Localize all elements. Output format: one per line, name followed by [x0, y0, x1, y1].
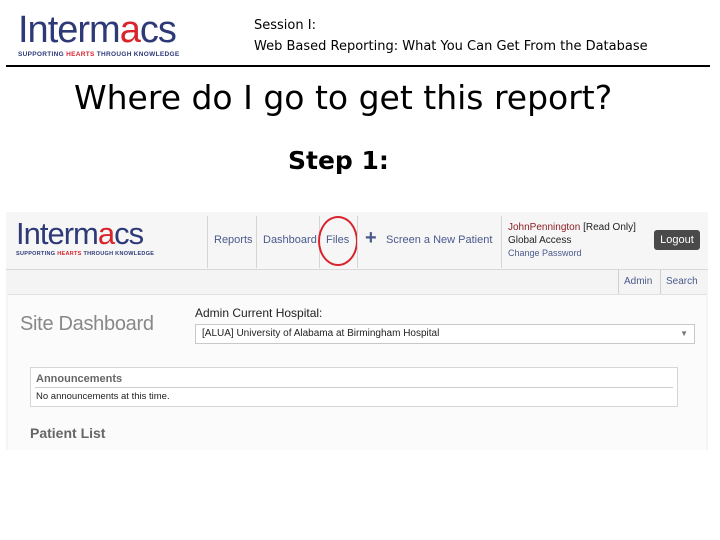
- admin-divider: [660, 270, 661, 294]
- user-access: Global Access: [508, 235, 572, 246]
- hospital-label: Admin Current Hospital:: [195, 306, 323, 320]
- session-heading: Session I: Web Based Reporting: What You…: [254, 15, 648, 57]
- nav-reports-link[interactable]: Reports: [214, 234, 253, 246]
- change-password-link[interactable]: Change Password: [508, 247, 636, 260]
- nav-screen-new-patient-link[interactable]: Screen a New Patient: [386, 234, 492, 246]
- nav-dashboard-link[interactable]: Dashboard: [263, 234, 317, 246]
- announcements-title: Announcements: [36, 373, 123, 385]
- logout-button[interactable]: Logout: [654, 230, 700, 250]
- plus-icon: +: [365, 227, 377, 249]
- app-screenshot: Intermacs SUPPORTING HEARTS THROUGH KNOW…: [6, 212, 708, 450]
- step-label: Step 1:: [288, 146, 389, 175]
- nav-divider: [256, 216, 257, 268]
- announcements-divider: [35, 387, 673, 388]
- hospital-select-value: [ALUA] University of Alabama at Birmingh…: [202, 328, 440, 339]
- admin-divider: [618, 270, 619, 294]
- user-role: [Read Only]: [583, 222, 636, 233]
- admin-bar: Admin Search: [6, 270, 708, 294]
- patient-list-heading: Patient List: [30, 425, 106, 441]
- dashboard-content: Site Dashboard Admin Current Hospital: […: [8, 294, 706, 450]
- nav-divider: [501, 216, 502, 268]
- user-name: JohnPennington: [508, 222, 581, 233]
- announcements-text: No announcements at this time.: [36, 391, 170, 402]
- announcements-panel: Announcements No announcements at this t…: [30, 367, 678, 407]
- user-name-line: JohnPennington [Read Only]: [508, 221, 636, 234]
- app-header: Intermacs SUPPORTING HEARTS THROUGH KNOW…: [6, 212, 708, 270]
- intermacs-logo: Intermacs SUPPORTING HEARTS THROUGH KNOW…: [18, 10, 193, 62]
- chevron-down-icon: ▼: [680, 329, 688, 338]
- slide-title: Where do I go to get this report?: [74, 78, 613, 117]
- search-link[interactable]: Search: [666, 276, 698, 287]
- admin-link[interactable]: Admin: [624, 276, 652, 287]
- user-info: JohnPennington [Read Only] Global Access…: [508, 221, 636, 260]
- session-line-2: Web Based Reporting: What You Can Get Fr…: [254, 39, 648, 54]
- logo-wordmark: Intermacs: [18, 9, 177, 51]
- app-logo-tagline: SUPPORTING HEARTS THROUGH KNOWLEDGE: [16, 251, 155, 257]
- logo-tagline: SUPPORTING HEARTS THROUGH KNOWLEDGE: [18, 51, 180, 58]
- site-dashboard-title: Site Dashboard: [20, 313, 154, 335]
- app-logo-wordmark: Intermacs: [16, 216, 144, 251]
- nav-divider: [357, 216, 358, 268]
- files-highlight-circle: [318, 216, 358, 266]
- session-line-1: Session I:: [254, 18, 316, 33]
- hospital-select[interactable]: [ALUA] University of Alabama at Birmingh…: [195, 324, 695, 344]
- header-divider: [6, 65, 710, 67]
- nav-divider: [207, 216, 208, 268]
- app-logo[interactable]: Intermacs SUPPORTING HEARTS THROUGH KNOW…: [16, 216, 155, 258]
